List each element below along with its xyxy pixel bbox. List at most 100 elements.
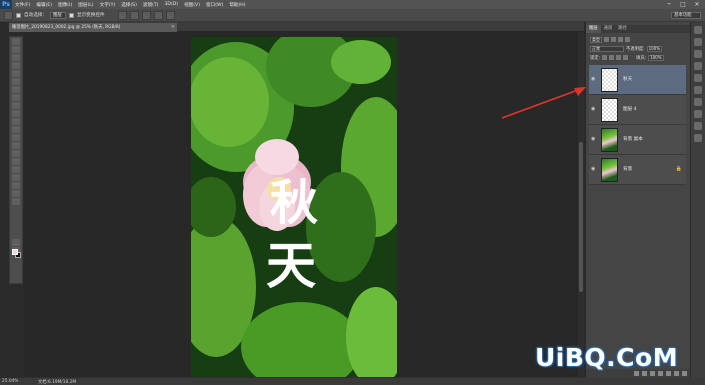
eye-icon[interactable]: ◉ bbox=[591, 166, 597, 172]
align-icon[interactable] bbox=[117, 10, 127, 20]
lock-all-icon[interactable] bbox=[623, 55, 629, 60]
eraser-tool[interactable] bbox=[12, 118, 20, 125]
tab-paths[interactable]: 路径 bbox=[615, 25, 630, 33]
menu-view[interactable]: 视图(V) bbox=[181, 2, 203, 8]
minimize-button[interactable]: ─ bbox=[663, 0, 675, 9]
layers-panel: 图层 通道 路径 类型 正常 不透明度: 100% 锁定: 填充: 100% ◉… bbox=[585, 22, 691, 378]
blur-tool[interactable] bbox=[12, 134, 20, 141]
document-tab[interactable]: 睡莲图片_20190823_0002.jpg @ 25% (秋天, RGB/8)… bbox=[9, 23, 177, 32]
opacity-input[interactable]: 100% bbox=[646, 45, 663, 52]
adjustments-panel-icon[interactable] bbox=[694, 74, 702, 82]
zoom-level[interactable]: 25.04% bbox=[2, 379, 18, 384]
filter-type-icon[interactable] bbox=[618, 37, 623, 42]
show-transform-label: 显示变换控件 bbox=[76, 13, 105, 18]
menu-image[interactable]: 图像(I) bbox=[55, 2, 75, 8]
tool-presets-icon[interactable] bbox=[694, 134, 702, 142]
lock-position-icon[interactable] bbox=[616, 55, 622, 60]
workspace-dropdown[interactable]: 基本功能 bbox=[671, 12, 701, 19]
kind-filter-dropdown[interactable]: 类型 bbox=[590, 36, 602, 43]
styles-panel-icon[interactable] bbox=[694, 86, 702, 94]
eye-icon[interactable]: ◉ bbox=[591, 76, 597, 82]
history-panel-icon[interactable] bbox=[694, 26, 702, 34]
properties-panel-icon[interactable] bbox=[694, 38, 702, 46]
delete-layer-icon[interactable] bbox=[682, 371, 687, 376]
eye-icon[interactable]: ◉ bbox=[591, 106, 597, 112]
dodge-tool[interactable] bbox=[12, 142, 20, 149]
swatches-panel-icon[interactable] bbox=[694, 62, 702, 70]
paragraph-panel-icon[interactable] bbox=[694, 110, 702, 118]
color-panel-icon[interactable] bbox=[694, 50, 702, 58]
menu-file[interactable]: 文件(F) bbox=[12, 2, 33, 8]
menu-select[interactable]: 选择(S) bbox=[118, 2, 140, 8]
fill-input[interactable]: 100% bbox=[648, 54, 664, 61]
lotus-photo: 秋 天 bbox=[191, 37, 397, 380]
hand-tool[interactable] bbox=[12, 182, 20, 189]
menu-layer[interactable]: 图层(L) bbox=[75, 2, 96, 8]
brush-tool[interactable] bbox=[12, 94, 20, 101]
auto-select-dropdown[interactable]: 图层 bbox=[49, 11, 66, 19]
eyedropper-tool[interactable] bbox=[12, 78, 20, 85]
menu-edit[interactable]: 编辑(E) bbox=[33, 2, 55, 8]
history-brush-tool[interactable] bbox=[12, 110, 20, 117]
annotation-arrow bbox=[501, 87, 586, 119]
tab-close-icon[interactable]: × bbox=[171, 23, 175, 32]
marquee-tool[interactable] bbox=[12, 46, 20, 53]
options-bar: 自动选择： 图层 显示变换控件 基本功能 bbox=[0, 9, 705, 22]
crop-tool[interactable] bbox=[12, 70, 20, 77]
brush-panel-icon[interactable] bbox=[694, 122, 702, 130]
layer-name[interactable]: 图层 4 bbox=[623, 106, 637, 112]
layer-row[interactable]: ◉ 秋天 bbox=[589, 65, 686, 95]
menu-filter[interactable]: 滤镜(T) bbox=[140, 2, 162, 8]
opacity-label: 不透明度: bbox=[626, 46, 645, 52]
layer-row[interactable]: ◉ 背景 🔒 bbox=[589, 155, 686, 185]
type-tool[interactable] bbox=[12, 158, 20, 165]
layer-name[interactable]: 背景 副本 bbox=[623, 136, 643, 142]
menu-3d[interactable]: 3D(D) bbox=[161, 2, 181, 7]
filter-pixel-icon[interactable] bbox=[604, 37, 609, 42]
tab-channels[interactable]: 通道 bbox=[601, 25, 616, 33]
vertical-scroll-thumb[interactable] bbox=[579, 142, 583, 292]
maximize-button[interactable]: □ bbox=[677, 0, 689, 9]
lock-transparent-icon[interactable] bbox=[602, 55, 608, 60]
menu-type[interactable]: 文字(Y) bbox=[97, 2, 119, 8]
lock-row: 锁定: 填充: 100% bbox=[590, 54, 688, 61]
menu-help[interactable]: 帮助(H) bbox=[226, 2, 248, 8]
quick-mask-tool[interactable] bbox=[12, 239, 20, 246]
quick-select-tool[interactable] bbox=[12, 62, 20, 69]
shape-tool[interactable] bbox=[12, 174, 20, 181]
tab-layers[interactable]: 图层 bbox=[586, 25, 601, 33]
filter-shape-icon[interactable] bbox=[625, 37, 630, 42]
layer-row[interactable]: ◉ 图层 4 bbox=[589, 95, 686, 125]
blend-mode-dropdown[interactable]: 正常 bbox=[590, 45, 624, 52]
path-select-tool[interactable] bbox=[12, 166, 20, 173]
align-center-icon[interactable] bbox=[129, 10, 139, 20]
gradient-tool[interactable] bbox=[12, 126, 20, 133]
lock-label: 锁定: bbox=[590, 55, 601, 61]
filter-adjust-icon[interactable] bbox=[611, 37, 616, 42]
healing-brush-tool[interactable] bbox=[12, 86, 20, 93]
foreground-color-swatch[interactable] bbox=[12, 249, 18, 255]
zoom-tool[interactable] bbox=[12, 190, 20, 197]
lock-icon: 🔒 bbox=[675, 166, 682, 172]
document-canvas[interactable]: 秋 天 bbox=[191, 37, 397, 380]
show-transform-checkbox[interactable] bbox=[68, 12, 74, 18]
layer-name[interactable]: 秋天 bbox=[623, 76, 632, 82]
pen-tool[interactable] bbox=[12, 150, 20, 157]
move-tool[interactable] bbox=[12, 38, 20, 45]
clone-stamp-tool[interactable] bbox=[12, 102, 20, 109]
menu-window[interactable]: 窗口(W) bbox=[203, 2, 226, 8]
auto-select-checkbox[interactable] bbox=[16, 12, 21, 18]
align-bottom-icon[interactable] bbox=[141, 10, 151, 20]
lock-image-icon[interactable] bbox=[609, 55, 615, 60]
tools-panel bbox=[9, 36, 23, 284]
extra-tools[interactable] bbox=[12, 198, 20, 205]
lasso-tool[interactable] bbox=[12, 54, 20, 61]
eye-icon[interactable]: ◉ bbox=[591, 136, 597, 142]
move-tool-icon[interactable] bbox=[4, 10, 13, 20]
close-window-button[interactable]: ✕ bbox=[691, 0, 703, 9]
character-panel-icon[interactable] bbox=[694, 98, 702, 106]
distribute-icon[interactable] bbox=[153, 10, 163, 20]
layer-row[interactable]: ◉ 背景 副本 bbox=[589, 125, 686, 155]
distribute-center-icon[interactable] bbox=[165, 10, 175, 20]
layer-name[interactable]: 背景 bbox=[623, 166, 632, 172]
